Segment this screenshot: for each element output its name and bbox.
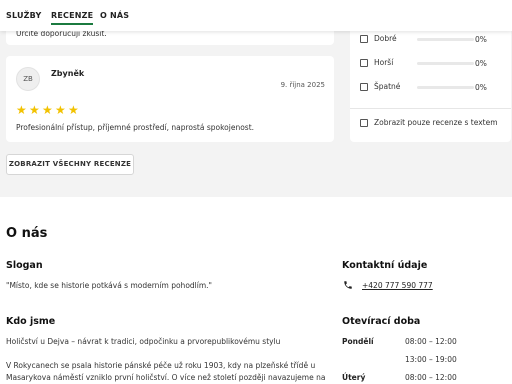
about-text-line: Masarykova náměstí vzniklo první holičst…: [6, 373, 326, 382]
filter-worse-checkbox[interactable]: [360, 59, 368, 67]
review-text: Profesionální přístup, příjemné prostřed…: [16, 123, 255, 132]
tab-about[interactable]: O NÁS: [100, 11, 129, 20]
star-icon: ★: [55, 103, 66, 117]
hours-day: Úterý: [342, 373, 366, 382]
phone-icon: [344, 281, 352, 289]
star-icon: ★: [42, 103, 53, 117]
rating-bar: [417, 38, 474, 41]
opening-hours-heading: Otevírací doba: [342, 316, 421, 327]
star-icon: ★: [16, 103, 27, 117]
contact-heading: Kontaktní údaje: [342, 260, 428, 271]
hours-time: 08:00 – 12:00: [405, 373, 457, 382]
divider: [350, 108, 511, 109]
slogan-heading: Slogan: [6, 260, 43, 271]
filter-good-checkbox[interactable]: [360, 35, 368, 43]
phone-link[interactable]: +420 777 590 777: [362, 281, 433, 290]
avatar: ZB: [16, 67, 40, 91]
show-all-reviews-button[interactable]: ZOBRAZIT VŠECHNY RECENZE: [6, 154, 134, 175]
reviewer-name: Zbyněk: [51, 69, 85, 78]
filter-text-only[interactable]: Zobrazit pouze recenze s textem: [360, 118, 510, 130]
filter-good[interactable]: Dobré 0%: [360, 34, 490, 46]
rating-bar: [417, 62, 474, 65]
tab-services[interactable]: SLUŽBY: [6, 11, 42, 20]
rating-percent: 0%: [475, 35, 487, 44]
who-we-are-heading: Kdo jsme: [6, 316, 56, 327]
filter-worse[interactable]: Horší 0%: [360, 58, 490, 70]
text-only-checkbox[interactable]: [360, 119, 368, 127]
hours-day: Pondělí: [342, 337, 374, 346]
about-title: O nás: [6, 226, 48, 241]
hours-time: 08:00 – 12:00: [405, 337, 457, 346]
star-icon: ★: [68, 103, 79, 117]
star-icon: ★: [29, 103, 40, 117]
rating-bar: [417, 86, 474, 89]
about-text-line: V Rokycanech se psala historie pánské pé…: [6, 361, 316, 370]
slogan-text: "Místo, kde se historie potkává s modern…: [6, 281, 212, 290]
tab-reviews[interactable]: RECENZE: [51, 11, 94, 25]
star-rating: ★ ★ ★ ★ ★: [16, 99, 81, 118]
filter-bad-checkbox[interactable]: [360, 83, 368, 91]
text-only-label: Zobrazit pouze recenze s textem: [374, 118, 498, 127]
filter-label: Špatné: [374, 82, 401, 91]
filter-label: Horší: [374, 58, 394, 67]
filter-label: Dobré: [374, 34, 397, 43]
top-navigation: SLUŽBY RECENZE O NÁS: [0, 0, 512, 31]
review-date: 9. října 2025: [280, 81, 325, 89]
about-text-line: Holičství u Dejva – návrat k tradici, od…: [6, 337, 281, 346]
filter-bad[interactable]: Špatné 0%: [360, 82, 490, 94]
rating-percent: 0%: [475, 83, 487, 92]
hours-time: 13:00 – 19:00: [405, 355, 457, 364]
rating-percent: 0%: [475, 59, 487, 68]
